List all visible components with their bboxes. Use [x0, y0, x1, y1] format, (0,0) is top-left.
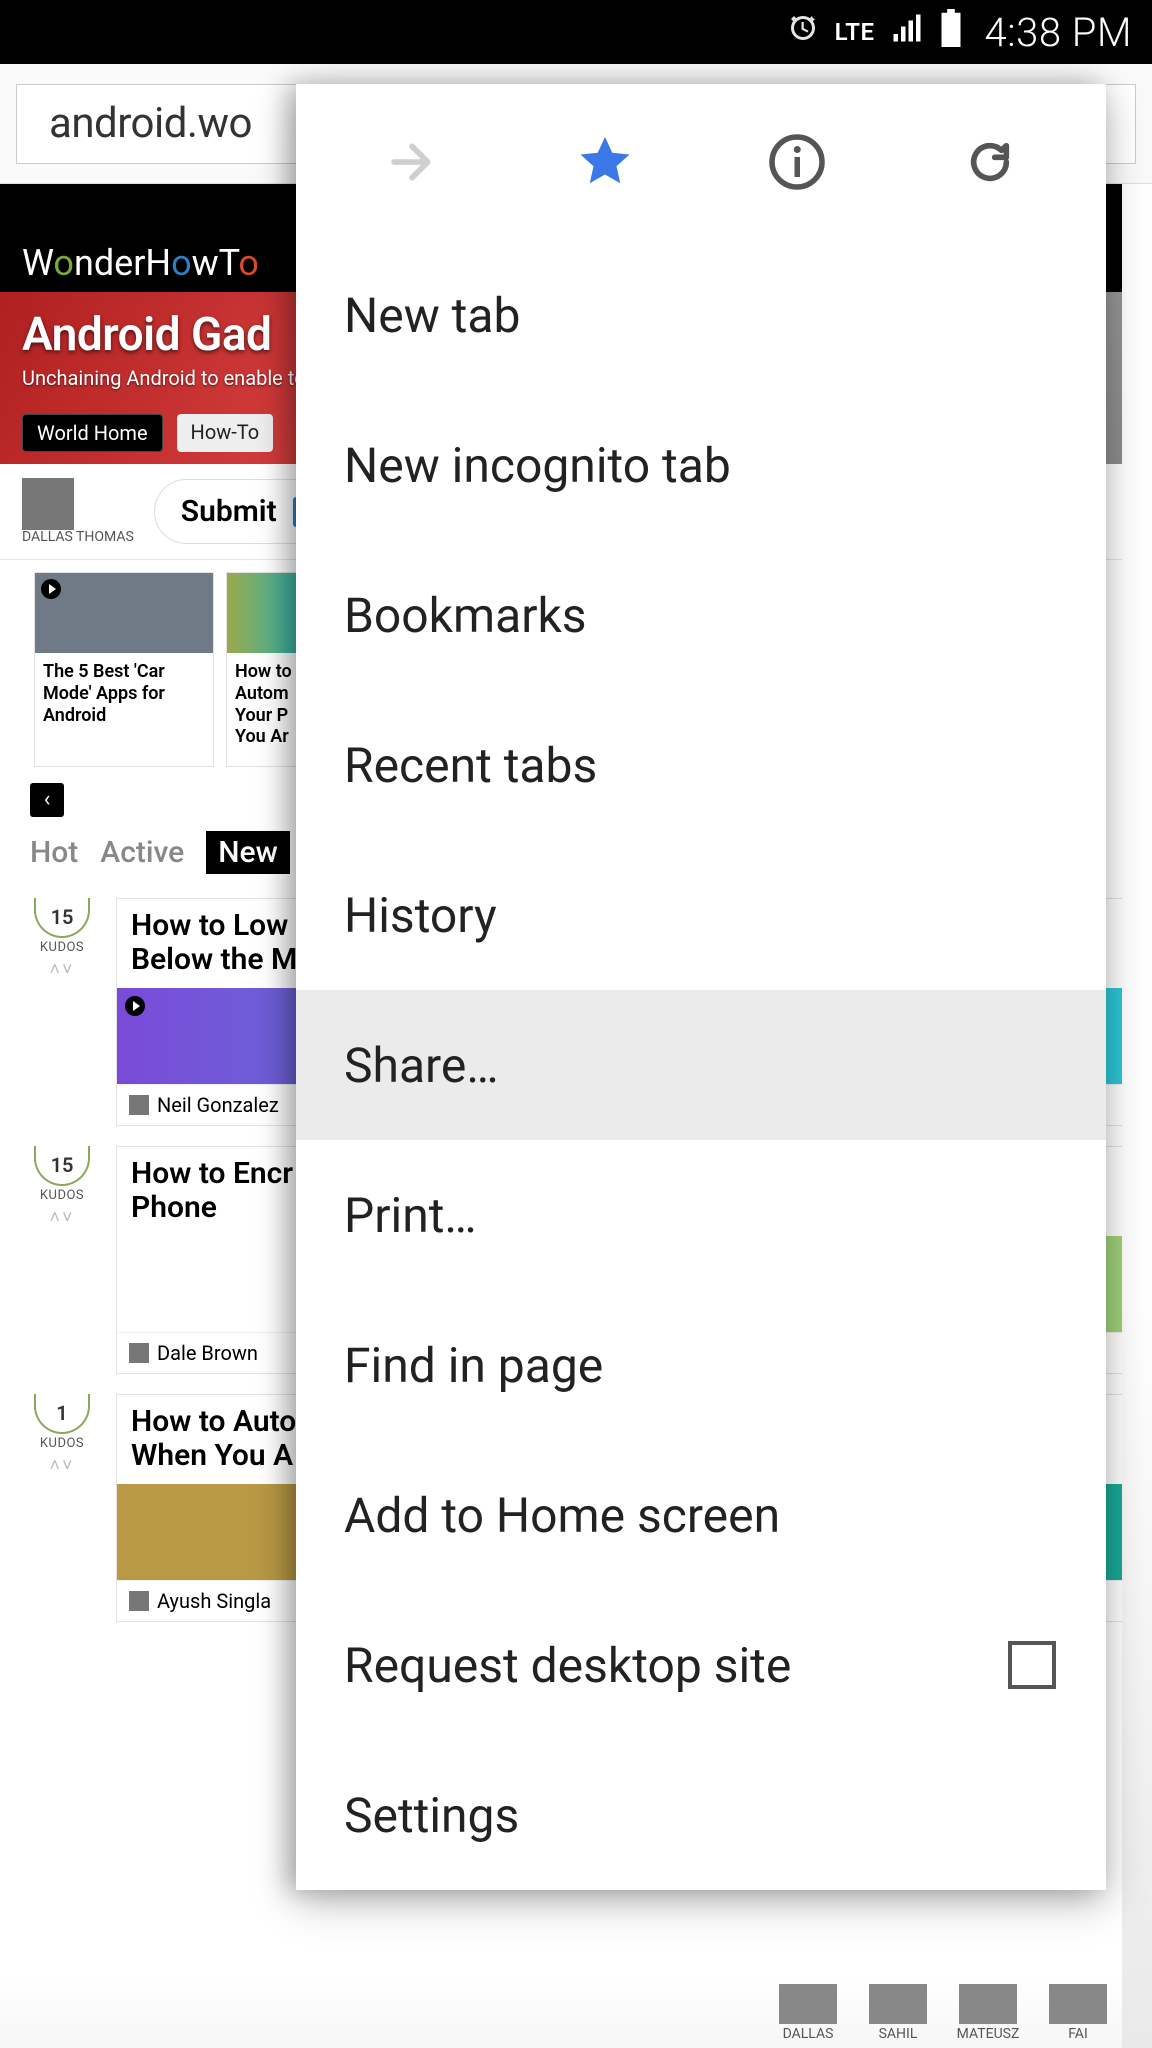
card-title: How to Autom Your P You Ar: [227, 653, 305, 765]
card-title: The 5 Best 'Car Mode' Apps for Android: [35, 653, 213, 744]
network-label: LTE: [835, 18, 875, 46]
clock-text: 4:38 PM: [985, 9, 1132, 56]
menu-item-label: Settings: [344, 1787, 519, 1844]
user-name: DALLAS: [783, 2026, 834, 2042]
menu-item-new-tab[interactable]: New tab: [296, 240, 1106, 390]
hero-tab-world-home[interactable]: World Home: [22, 414, 163, 452]
hero-tab-howto[interactable]: How-To: [177, 414, 274, 452]
menu-item-label: New incognito tab: [344, 437, 731, 494]
tab-active[interactable]: Active: [100, 835, 184, 870]
menu-item-recent-tabs[interactable]: Recent tabs: [296, 690, 1106, 840]
site-logo[interactable]: WonderHowTo: [22, 242, 259, 284]
author-avatar: [129, 1591, 149, 1611]
menu-item-label: Bookmarks: [344, 587, 587, 644]
desktop-site-checkbox[interactable]: [1008, 1641, 1056, 1689]
kudos-count: 1: [34, 1394, 90, 1434]
menu-item-label: Find in page: [344, 1337, 603, 1394]
alarm-icon: [785, 10, 821, 55]
kudos-count: 15: [34, 898, 90, 938]
battery-icon: [939, 9, 963, 56]
kudos-widget[interactable]: 1 KUDOS ˄˅: [24, 1394, 100, 1622]
right-edge-peek: [1122, 184, 1152, 2048]
menu-item-add-to-home-screen[interactable]: Add to Home screen: [296, 1440, 1106, 1590]
author-avatar: [129, 1343, 149, 1363]
menu-item-label: History: [344, 887, 497, 944]
feed-author: Ayush Singla: [157, 1589, 271, 1613]
menu-item-bookmarks[interactable]: Bookmarks: [296, 540, 1106, 690]
submit-label: Submit: [181, 494, 277, 529]
author-avatar: [129, 1095, 149, 1115]
signal-icon: [889, 10, 925, 55]
kudos-count: 15: [34, 1146, 90, 1186]
user-name: FAI: [1068, 2026, 1088, 2042]
play-icon: [41, 579, 61, 599]
card-thumb: [227, 573, 305, 653]
user-strip: DALLAS SAHIL MATEUSZ FAI: [0, 1976, 1152, 2048]
play-icon: [125, 996, 145, 1016]
menu-item-request-desktop-site[interactable]: Request desktop site: [296, 1590, 1106, 1740]
user-name: MATEUSZ: [957, 2026, 1020, 2042]
menu-item-new-incognito-tab[interactable]: New incognito tab: [296, 390, 1106, 540]
chrome-overflow-menu: New tab New incognito tab Bookmarks Recent …: [296, 84, 1106, 1890]
menu-item-label: Print…: [344, 1187, 477, 1244]
menu-item-label: Add to Home screen: [344, 1487, 780, 1544]
user-name: SAHIL: [879, 2026, 918, 2042]
menu-icon-row: [296, 84, 1106, 240]
scroll-left-button[interactable]: ‹: [30, 783, 64, 817]
card-thumb: [35, 573, 213, 653]
tab-hot[interactable]: Hot: [30, 835, 78, 870]
menu-item-print[interactable]: Print…: [296, 1140, 1106, 1290]
feed-author: Neil Gonzalez: [157, 1093, 279, 1117]
android-status-bar: LTE 4:38 PM: [0, 0, 1152, 64]
menu-item-history[interactable]: History: [296, 840, 1106, 990]
tab-new[interactable]: New: [206, 831, 290, 874]
bookmark-star-icon[interactable]: [575, 132, 635, 192]
menu-item-label: Request desktop site: [344, 1637, 791, 1694]
menu-item-label: Recent tabs: [344, 737, 597, 794]
menu-item-settings[interactable]: Settings: [296, 1740, 1106, 1890]
feed-author: Dale Brown: [157, 1341, 258, 1365]
avatar[interactable]: [22, 478, 74, 530]
menu-item-label: Share…: [344, 1037, 498, 1094]
info-icon[interactable]: [767, 132, 827, 192]
card[interactable]: The 5 Best 'Car Mode' Apps for Android: [34, 572, 214, 766]
vote-arrows[interactable]: ˄˅: [24, 1207, 100, 1228]
menu-item-label: New tab: [344, 287, 520, 344]
kudos-label: KUDOS: [24, 1436, 100, 1451]
menu-item-find-in-page[interactable]: Find in page: [296, 1290, 1106, 1440]
vote-arrows[interactable]: ˄˅: [24, 959, 100, 980]
kudos-widget[interactable]: 15 KUDOS ˄˅: [24, 898, 100, 1126]
refresh-icon[interactable]: [960, 132, 1020, 192]
menu-item-share[interactable]: Share…: [296, 990, 1106, 1140]
kudos-label: KUDOS: [24, 940, 100, 955]
card[interactable]: How to Autom Your P You Ar: [226, 572, 306, 766]
vote-arrows[interactable]: ˄˅: [24, 1455, 100, 1476]
author-name: DALLAS THOMAS: [22, 530, 134, 545]
forward-icon[interactable]: [382, 132, 442, 192]
kudos-label: KUDOS: [24, 1188, 100, 1203]
kudos-widget[interactable]: 15 KUDOS ˄˅: [24, 1146, 100, 1374]
